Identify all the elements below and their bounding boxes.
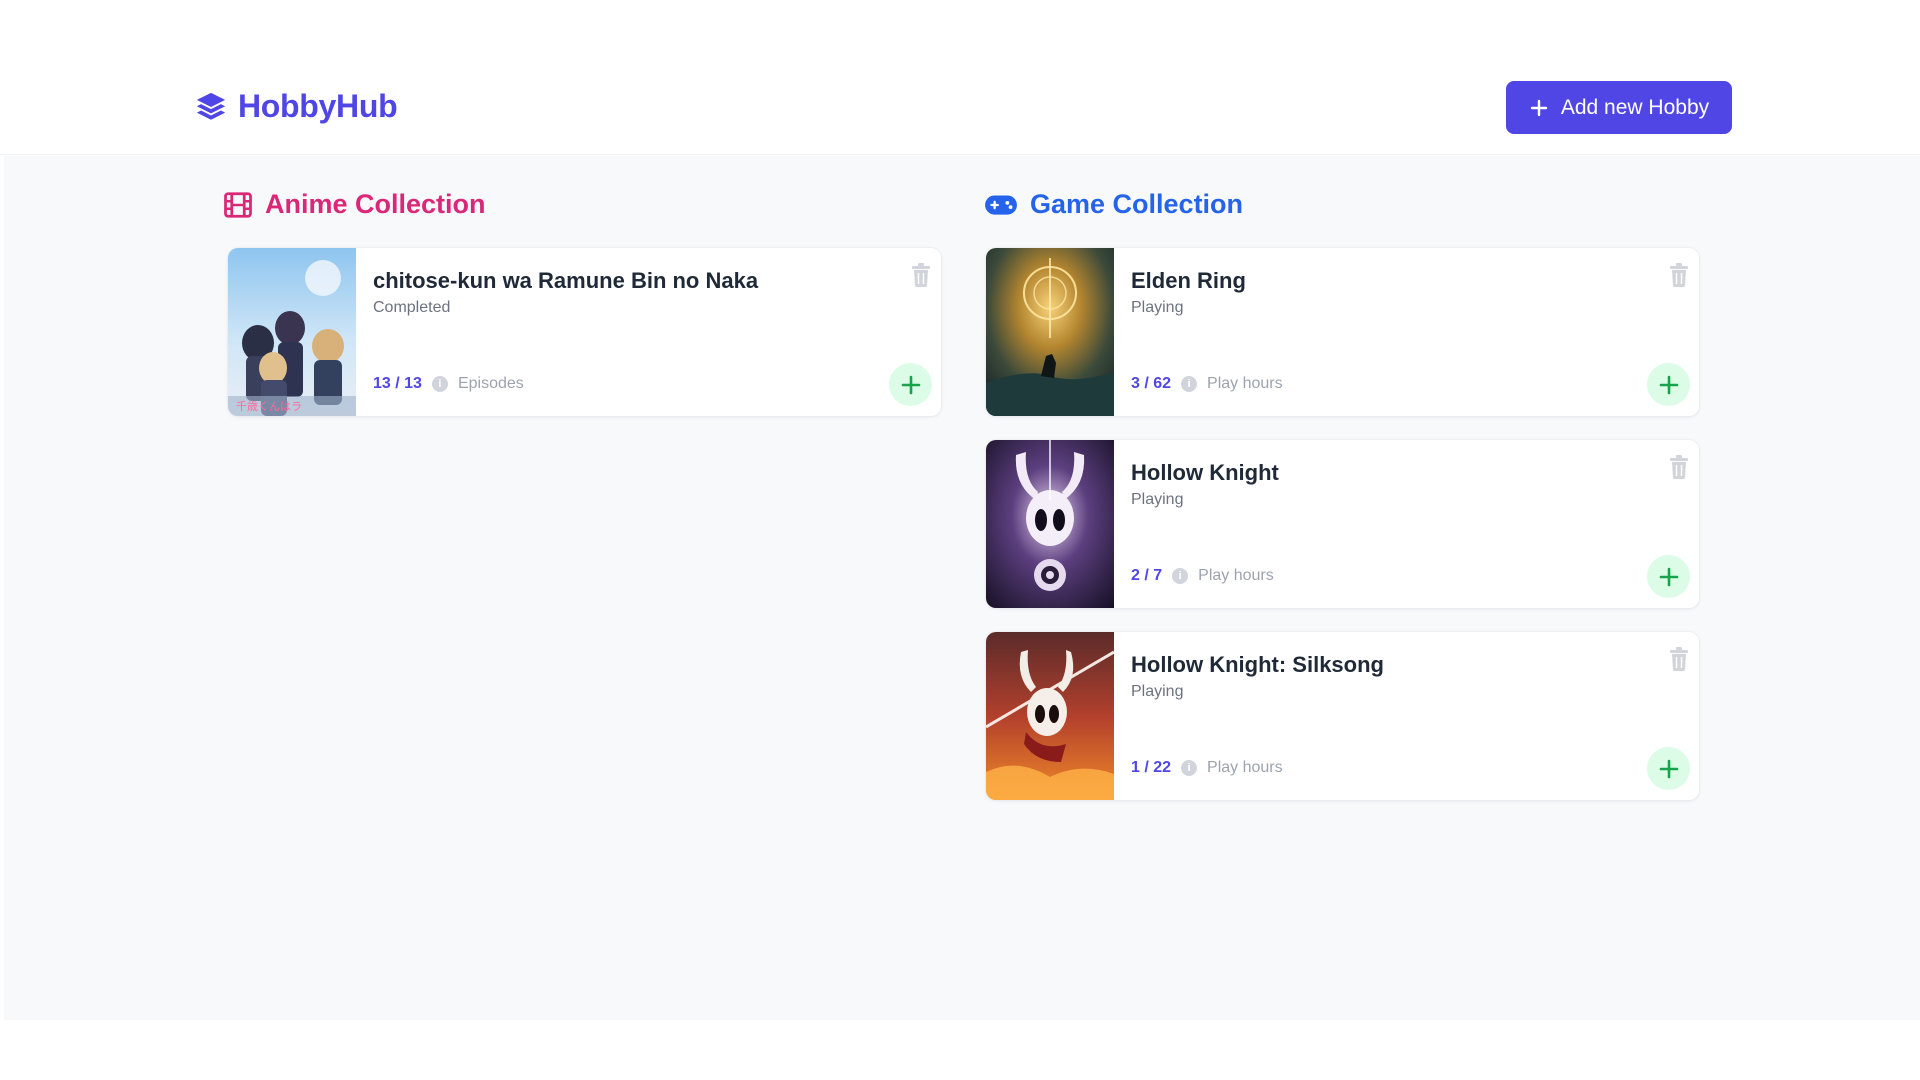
add-new-hobby-button[interactable]: Add new Hobby	[1506, 81, 1732, 134]
anime-collection-title: Anime Collection	[265, 189, 486, 219]
game-cover-image	[986, 632, 1114, 800]
game-status: Playing	[1131, 683, 1184, 700]
progress-unit: Play hours	[1207, 375, 1283, 392]
progress-value: 3 / 62	[1131, 375, 1172, 392]
trash-icon[interactable]	[1667, 454, 1691, 480]
game-cover-image	[986, 248, 1114, 416]
progress-unit: Play hours	[1207, 759, 1283, 776]
game-progress: 3 / 62 i Play hours	[1131, 375, 1283, 393]
game-title: Hollow Knight: Silksong	[1131, 652, 1384, 677]
plus-icon	[1659, 759, 1678, 778]
game-collection-title: Game Collection	[1030, 189, 1244, 219]
info-icon[interactable]: i	[1181, 760, 1198, 776]
progress-value: 2 / 7	[1131, 567, 1163, 584]
game-cover-image	[986, 440, 1114, 608]
game-progress: 2 / 7 i Play hours	[1131, 567, 1274, 585]
app-name: HobbyHub	[238, 88, 398, 124]
app-logo[interactable]: HobbyHub	[194, 88, 398, 125]
game-collection-heading: Game Collection	[984, 189, 1243, 220]
anime-progress: 13 / 13 i Episodes	[373, 375, 524, 393]
game-status: Playing	[1131, 491, 1184, 508]
increment-button[interactable]	[1647, 555, 1690, 598]
trash-icon[interactable]	[1667, 646, 1691, 672]
info-icon[interactable]: i	[1172, 568, 1189, 584]
progress-value: 1 / 22	[1131, 759, 1172, 776]
layers-icon	[196, 92, 226, 120]
info-icon[interactable]: i	[431, 376, 448, 392]
game-card-hollow-knight[interactable]: Hollow Knight Playing 2 / 7 i Play hours	[986, 440, 1699, 608]
gamepad-icon	[985, 194, 1017, 215]
trash-icon[interactable]	[1667, 262, 1691, 288]
plus-icon	[901, 375, 920, 394]
app-header: HobbyHub Add new Hobby	[0, 0, 1920, 155]
plus-icon	[1530, 99, 1548, 116]
increment-button[interactable]	[1647, 747, 1690, 790]
increment-button[interactable]	[889, 363, 932, 406]
anime-card[interactable]: 千歳くんはラ chitose-kun wa Ramune Bin no Naka…	[228, 248, 941, 416]
game-progress: 1 / 22 i Play hours	[1131, 759, 1283, 777]
plus-icon	[1659, 567, 1678, 586]
film-icon	[224, 191, 252, 218]
trash-icon[interactable]	[909, 262, 933, 288]
progress-unit: Play hours	[1198, 567, 1274, 584]
increment-button[interactable]	[1647, 363, 1690, 406]
svg-text:千歳くんはラ: 千歳くんはラ	[236, 400, 302, 413]
anime-status: Completed	[373, 299, 451, 316]
anime-title: chitose-kun wa Ramune Bin no Naka	[373, 268, 759, 293]
anime-cover-image: 千歳くんはラ	[228, 248, 356, 416]
game-status: Playing	[1131, 299, 1184, 316]
anime-collection-heading: Anime Collection	[223, 189, 486, 220]
add-new-hobby-label: Add new Hobby	[1560, 95, 1710, 119]
game-title: Hollow Knight	[1131, 460, 1279, 485]
game-title: Elden Ring	[1131, 268, 1246, 293]
game-card-elden-ring[interactable]: Elden Ring Playing 3 / 62 i Play hours	[986, 248, 1699, 416]
plus-icon	[1659, 375, 1678, 394]
progress-unit: Episodes	[457, 375, 524, 392]
game-card-silksong[interactable]: Hollow Knight: Silksong Playing 1 / 22 i…	[986, 632, 1699, 800]
progress-value: 13 / 13	[373, 375, 422, 392]
info-icon[interactable]: i	[1181, 376, 1198, 392]
